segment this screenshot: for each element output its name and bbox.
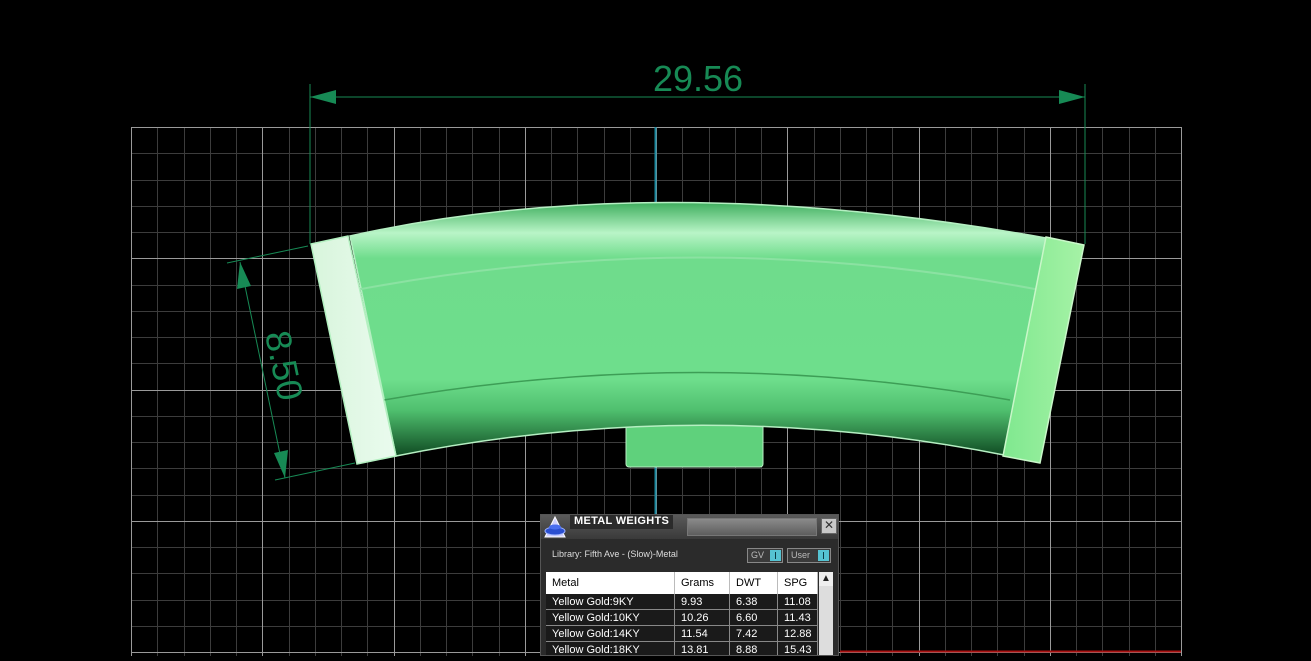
metal-cell: Yellow Gold:10KY (546, 609, 675, 626)
grams-cell: 9.93 (674, 594, 730, 610)
column-header-spg[interactable]: SPG (777, 572, 818, 594)
panel-title: METAL WEIGHTS (570, 515, 674, 529)
grams-cell: 10.26 (674, 609, 730, 626)
spg-cell: 11.43 (777, 609, 818, 626)
gv-toggle[interactable]: GV (747, 548, 783, 563)
metal-cell: Yellow Gold:18KY (546, 641, 675, 655)
toggle-knob-icon (770, 550, 781, 561)
anvil-logo-icon (544, 515, 566, 538)
metal-cell: Yellow Gold:14KY (546, 625, 675, 642)
user-toggle[interactable]: User (787, 548, 831, 563)
table-row[interactable]: Yellow Gold:10KY 10.26 6.60 11.43 (546, 609, 818, 626)
gv-toggle-label: GV (751, 550, 765, 560)
table-row[interactable]: Yellow Gold:9KY 9.93 6.38 11.08 (546, 594, 818, 610)
library-label: Library: Fifth Ave - (Slow)-Metal (552, 549, 678, 559)
table-row[interactable]: Yellow Gold:18KY 13.81 8.88 15.43 (546, 641, 818, 655)
spg-cell: 12.88 (777, 625, 818, 642)
close-button[interactable]: ✕ (821, 518, 837, 534)
metal-weights-panel[interactable]: METAL WEIGHTS ✕ Library: Fifth Ave - (Sl… (540, 514, 839, 656)
toggle-knob-icon (818, 550, 829, 561)
grams-cell: 11.54 (674, 625, 730, 642)
user-toggle-label: User (791, 550, 811, 560)
column-header-dwt[interactable]: DWT (729, 572, 778, 594)
spg-cell: 15.43 (777, 641, 818, 655)
table-scrollbar[interactable]: ▲ (819, 572, 833, 655)
dwt-cell: 8.88 (729, 641, 778, 655)
table-header-row: Metal Grams DWT SPG (546, 572, 818, 594)
ring-tab (625, 423, 764, 468)
width-dimension-label: 29.56 (653, 58, 743, 99)
ring-model[interactable] (310, 201, 1085, 468)
metal-weights-table: Metal Grams DWT SPG Yellow Gold:9KY 9.93… (546, 572, 818, 655)
dwt-cell: 7.42 (729, 625, 778, 642)
dwt-cell: 6.38 (729, 594, 778, 610)
panel-titlebar[interactable]: METAL WEIGHTS ✕ (541, 515, 838, 539)
dwt-cell: 6.60 (729, 609, 778, 626)
panel-title-grip[interactable] (687, 518, 817, 536)
grams-cell: 13.81 (674, 641, 730, 655)
spg-cell: 11.08 (777, 594, 818, 610)
metal-cell: Yellow Gold:9KY (546, 594, 675, 610)
column-header-metal[interactable]: Metal (546, 572, 675, 594)
table-row[interactable]: Yellow Gold:14KY 11.54 7.42 12.88 (546, 625, 818, 642)
height-dimension-label: 8.50 (257, 327, 311, 404)
scroll-up-button[interactable]: ▲ (819, 572, 833, 586)
column-header-grams[interactable]: Grams (674, 572, 730, 594)
ring-band (349, 201, 1047, 457)
